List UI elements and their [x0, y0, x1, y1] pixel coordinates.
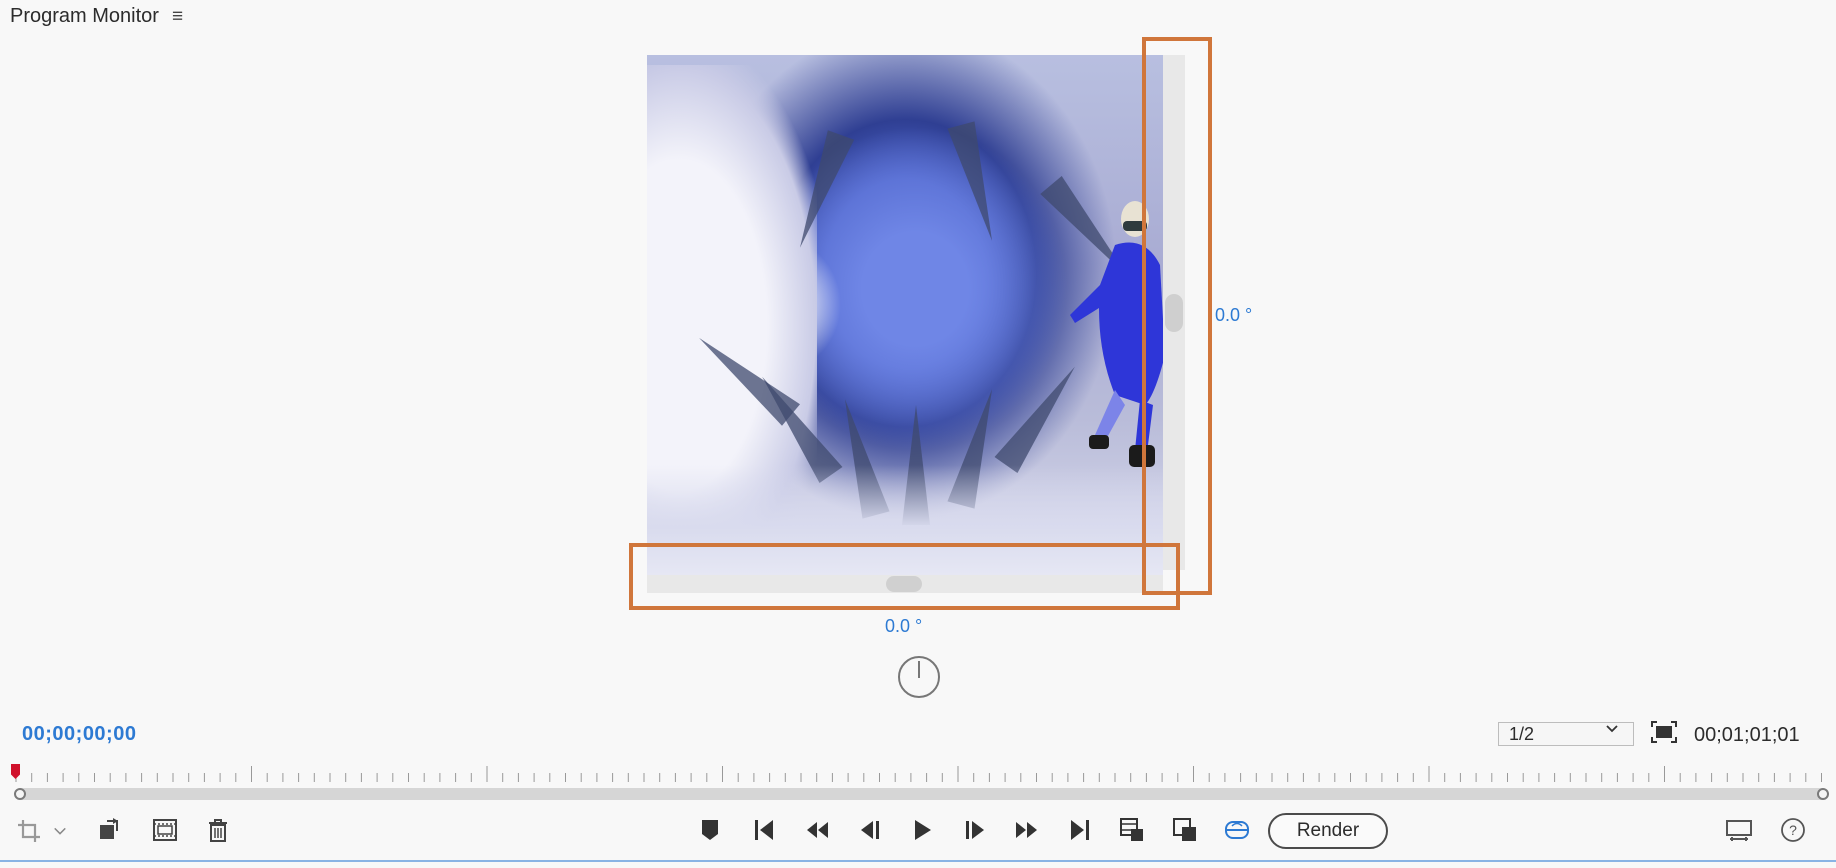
chevron-down-icon[interactable] [50, 816, 70, 846]
svg-text:?: ? [1789, 822, 1797, 838]
highlight-vertical-slider [1142, 37, 1212, 595]
resolution-value: 1/2 [1509, 724, 1535, 744]
render-button[interactable]: Render [1268, 813, 1388, 849]
out-point-handle[interactable] [1817, 788, 1829, 800]
play-icon[interactable] [907, 815, 937, 845]
step-forward-frame-icon[interactable] [960, 815, 990, 845]
step-back-frame-icon[interactable] [855, 815, 885, 845]
tree-shape [947, 121, 1006, 245]
step-back-icon[interactable] [802, 815, 832, 845]
trash-icon[interactable] [203, 815, 233, 845]
insert-icon[interactable] [1117, 815, 1147, 845]
panel-title: Program Monitor [10, 5, 159, 27]
comparison-view-icon[interactable] [1724, 815, 1754, 845]
export-frame-icon[interactable] [95, 815, 125, 845]
crop-icon[interactable] [14, 816, 44, 846]
rotation-dial-icon[interactable] [898, 656, 940, 698]
go-to-out-icon[interactable] [1065, 815, 1095, 845]
panel-bottom-border [0, 860, 1836, 862]
highlight-horizontal-slider [629, 543, 1180, 610]
chevron-down-icon[interactable] [1604, 721, 1620, 742]
hamburger-menu-icon[interactable]: ≡ [172, 6, 183, 28]
safe-margins-icon[interactable] [150, 815, 180, 845]
time-ruler[interactable] [12, 762, 1826, 784]
video-preview[interactable] [647, 55, 1163, 575]
overwrite-icon[interactable] [1170, 815, 1200, 845]
vr-video-icon[interactable] [1222, 815, 1252, 845]
help-icon[interactable]: ? [1778, 815, 1808, 845]
horizontal-angle-readout[interactable]: 0.0 ° [885, 616, 922, 637]
marker-icon[interactable] [695, 815, 725, 845]
current-timecode[interactable]: 00;00;00;00 [22, 723, 136, 746]
in-point-handle[interactable] [14, 788, 26, 800]
duration-timecode: 00;01;01;01 [1694, 724, 1800, 746]
vertical-angle-readout[interactable]: 0.0 ° [1215, 305, 1252, 326]
fit-frame-icon[interactable] [1651, 721, 1677, 743]
timeline-scrub-bar[interactable] [16, 788, 1828, 800]
step-forward-icon[interactable] [1012, 815, 1042, 845]
go-to-in-icon[interactable] [749, 815, 779, 845]
